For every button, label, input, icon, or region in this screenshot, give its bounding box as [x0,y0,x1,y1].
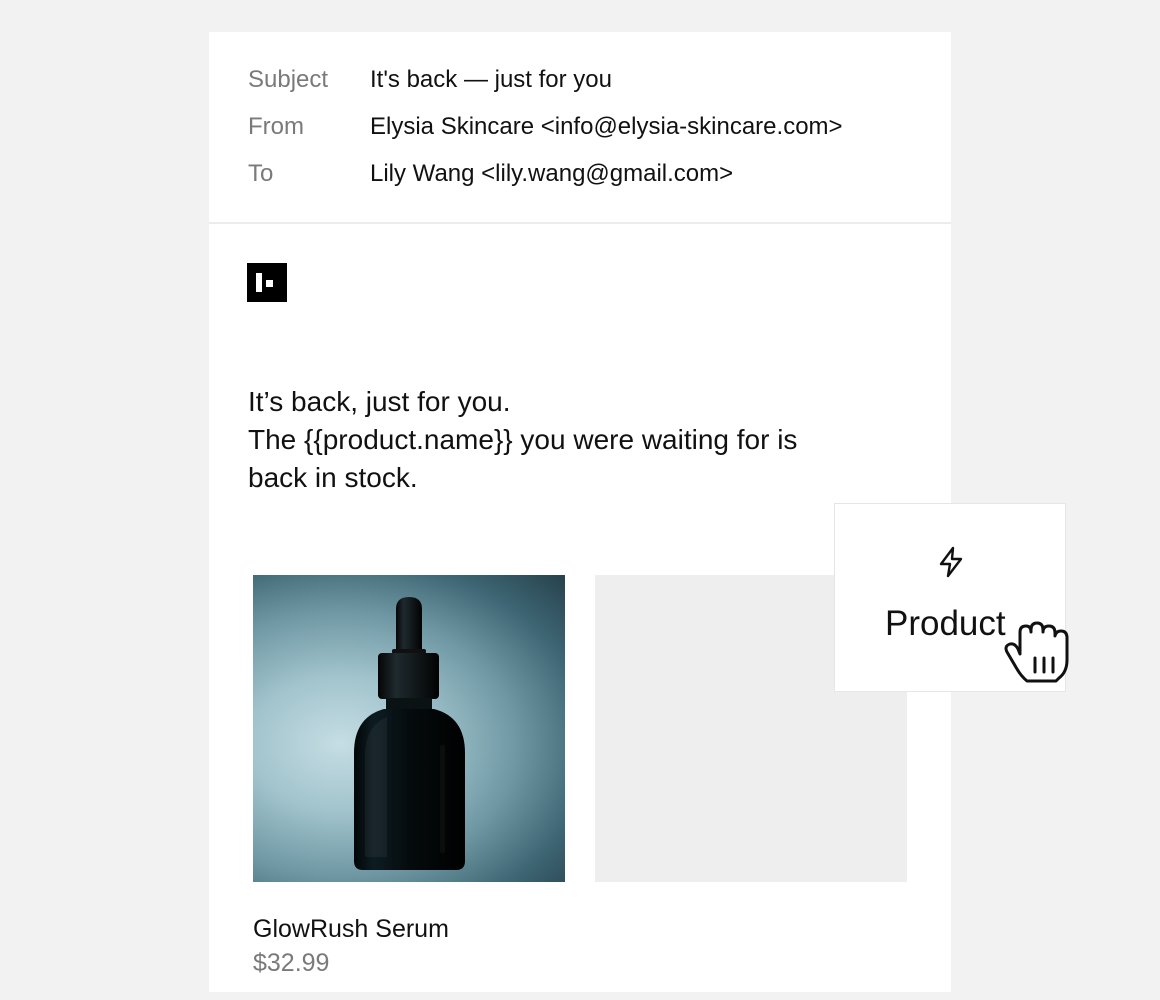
body-line-3: back in stock. [248,462,418,493]
from-label: From [248,113,304,140]
product-image[interactable] [253,575,565,882]
lightning-bolt-icon [939,546,963,578]
subject-label: Subject [248,66,329,93]
grab-hand-cursor-icon [1004,621,1069,683]
subject-value[interactable]: It's back — just for you [370,62,612,98]
dropper-bottle-photo [354,597,465,870]
product-price: $32.99 [253,949,330,977]
email-body-text[interactable]: It’s back, just for you. The {{product.n… [248,383,888,497]
email-header: Subject It's back — just for you From El… [209,32,951,224]
body-line-1: It’s back, just for you. [248,386,511,417]
from-value[interactable]: Elysia Skincare <info@elysia-skincare.co… [370,109,843,145]
product-block-label: Product [885,604,1006,643]
product-name: GlowRush Serum [253,915,449,943]
brand-logo-icon [247,263,287,302]
to-value[interactable]: Lily Wang <lily.wang@gmail.com> [370,156,733,192]
body-line-2: The {{product.name}} you were waiting fo… [248,424,798,455]
to-label: To [248,160,274,187]
